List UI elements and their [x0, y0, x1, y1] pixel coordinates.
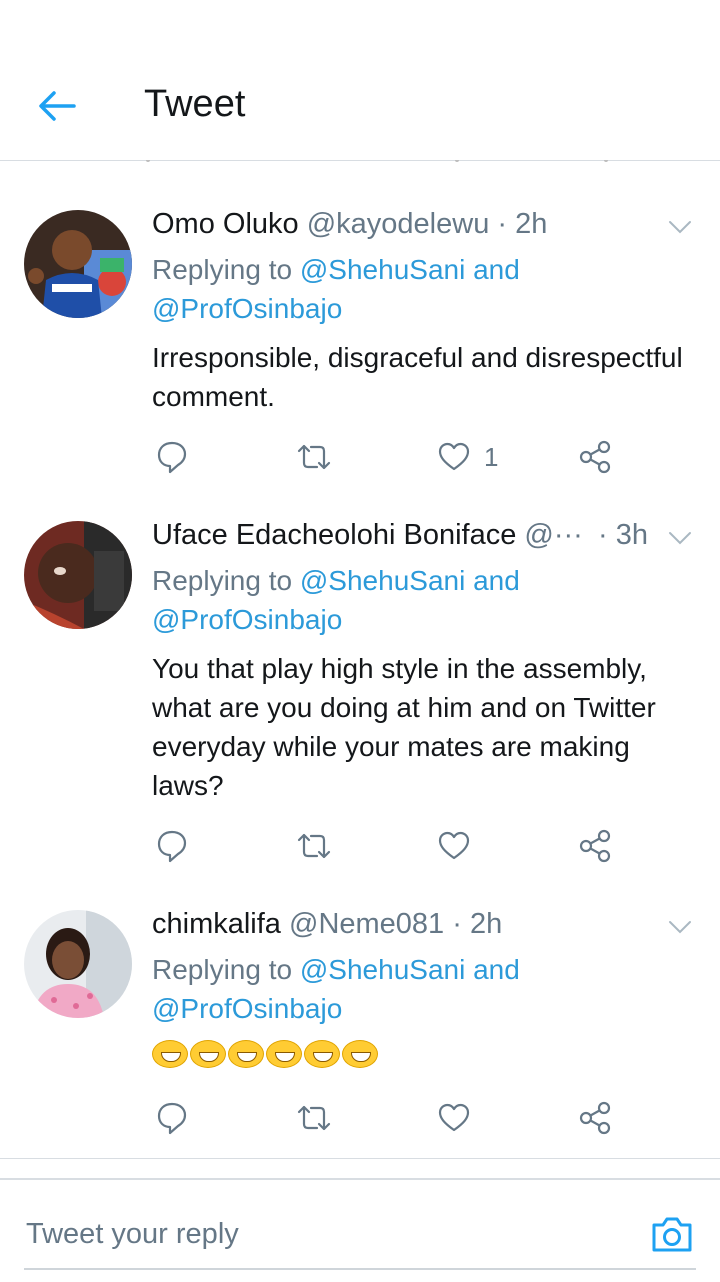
tweet-text: You that play high style in the assembly… — [152, 653, 656, 801]
like-button[interactable] — [438, 824, 470, 868]
reply-icon — [157, 441, 187, 474]
like-button[interactable] — [438, 1096, 470, 1140]
retweet-button[interactable] — [296, 824, 332, 868]
share-button[interactable] — [578, 435, 612, 479]
top-app-bar: Tweet — [0, 0, 720, 161]
like-button[interactable]: 1 — [438, 435, 498, 479]
camera-icon[interactable] — [650, 1214, 694, 1254]
reply-input[interactable] — [24, 1210, 628, 1258]
share-button[interactable] — [578, 824, 612, 868]
tweet-actions: 1 — [150, 435, 650, 479]
grinning-emoji-icon — [304, 1040, 340, 1068]
reply-icon — [157, 830, 187, 863]
grinning-emoji-icon — [228, 1040, 264, 1068]
avatar[interactable] — [24, 910, 132, 1018]
grinning-emoji-icon — [152, 1040, 188, 1068]
share-icon — [579, 440, 611, 474]
reply-tweet[interactable]: chimkalifa @Neme081 · 2h Replying to @Sh… — [0, 886, 720, 1159]
replying-to: Replying to @ShehuSani and @ProfOsinbajo — [152, 950, 672, 1028]
timestamp: 3h — [615, 519, 648, 551]
reply-button[interactable] — [156, 1096, 188, 1140]
user-handle[interactable]: @Neme081 — [289, 908, 444, 940]
share-icon — [579, 829, 611, 863]
avatar[interactable] — [24, 521, 132, 629]
reply-composer — [0, 1178, 720, 1282]
chevron-down-icon[interactable] — [668, 920, 692, 934]
chevron-down-icon[interactable] — [668, 531, 692, 545]
display-name[interactable]: Omo Oluko — [152, 208, 299, 240]
avatar[interactable] — [24, 210, 132, 318]
tweet-header: chimkalifa @Neme081 · 2h — [152, 908, 502, 941]
tweet-text: Irresponsible, disgraceful and disrespec… — [152, 342, 683, 412]
retweet-icon — [297, 444, 331, 470]
reply-tweet[interactable]: Uface Edacheolohi Boniface @··· · 3h Rep… — [0, 497, 720, 887]
replying-to: Replying to @ShehuSani and @ProfOsinbajo — [152, 250, 672, 328]
display-name[interactable]: Uface Edacheolohi Boniface — [152, 519, 516, 551]
reply-button[interactable] — [156, 824, 188, 868]
grinning-emoji-icon — [266, 1040, 302, 1068]
like-icon — [438, 831, 470, 860]
separator-dot: · — [452, 908, 462, 940]
reply-button[interactable] — [156, 435, 188, 479]
retweet-button[interactable] — [296, 435, 332, 479]
grinning-emoji-icon — [342, 1040, 378, 1068]
reply-icon — [157, 1102, 187, 1135]
tweet-time: · 3h — [598, 519, 648, 552]
clipped-previous-content — [0, 160, 720, 187]
user-handle[interactable]: @··· — [524, 519, 582, 551]
input-underline — [24, 1268, 696, 1270]
retweet-icon — [297, 833, 331, 859]
replying-prefix: Replying to — [152, 954, 300, 985]
chevron-down-icon[interactable] — [668, 220, 692, 234]
like-icon — [438, 442, 470, 471]
user-handle[interactable]: @kayodelewu — [307, 208, 490, 240]
like-icon — [438, 1103, 470, 1132]
retweet-button[interactable] — [296, 1096, 332, 1140]
timestamp: 2h — [469, 908, 503, 940]
timestamp: 2h — [515, 208, 548, 240]
tweet-actions — [150, 824, 650, 868]
separator-dot: · — [598, 519, 608, 551]
like-count: 1 — [484, 441, 499, 472]
replying-prefix: Replying to — [152, 254, 300, 285]
tweet-text — [152, 1040, 692, 1070]
share-icon — [579, 1101, 611, 1135]
tweet-header: Uface Edacheolohi Boniface @··· — [152, 519, 583, 552]
grinning-emoji-icon — [190, 1040, 226, 1068]
replying-prefix: Replying to — [152, 565, 300, 596]
replying-to: Replying to @ShehuSani and @ProfOsinbajo — [152, 561, 672, 639]
page-title: Tweet — [144, 83, 246, 125]
reply-tweet[interactable]: Omo Oluko @kayodelewu · 2h Replying to @… — [0, 186, 720, 498]
display-name[interactable]: chimkalifa — [152, 908, 281, 940]
emoji-row — [152, 1040, 692, 1068]
tweet-header: Omo Oluko @kayodelewu · 2h — [152, 208, 547, 241]
retweet-icon — [297, 1105, 331, 1131]
tweet-actions — [150, 1096, 650, 1140]
share-button[interactable] — [578, 1096, 612, 1140]
separator-dot: · — [497, 208, 508, 240]
back-arrow-icon[interactable] — [34, 84, 78, 128]
